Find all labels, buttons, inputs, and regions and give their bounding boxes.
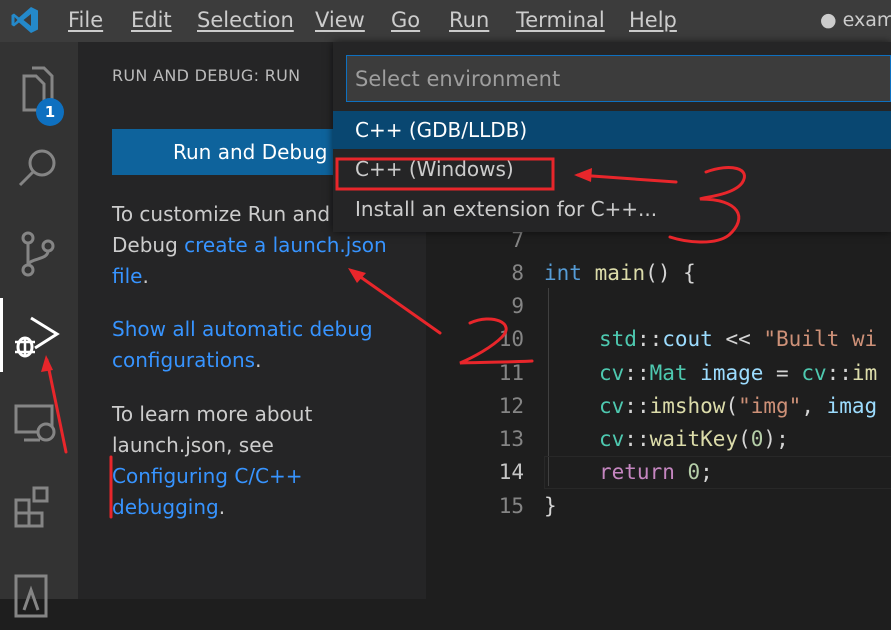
code-text: return 0; (599, 460, 713, 484)
automatic-configs-paragraph: Show all automatic debug configurations. (112, 314, 392, 376)
extensions-icon (14, 486, 49, 528)
menu-file-label: File (68, 8, 104, 32)
line-number: 8 (511, 261, 524, 285)
menu-run[interactable]: Run (449, 0, 489, 42)
quickpick-item-gdb-lldb[interactable]: C++ (GDB/LLDB) (333, 111, 891, 149)
code-line: 8 int main() { (426, 257, 891, 290)
code-text: cv::imshow("img", imag (599, 394, 878, 418)
menu-selection-label: Selection (197, 8, 294, 32)
activity-testing[interactable] (0, 552, 78, 626)
remote-explorer-icon (14, 404, 56, 442)
menu-view[interactable]: View (315, 0, 365, 42)
code-line: 13 cv::waitKey(0); (426, 423, 891, 456)
code-text: std::cout << "Built wi (599, 327, 878, 351)
menu-edit-label: Edit (131, 8, 172, 32)
activity-explorer[interactable]: 1 (0, 52, 78, 126)
testing-icon (14, 574, 48, 618)
code-line: 11 cv::Mat image = cv::im (426, 357, 891, 390)
explorer-badge: 1 (36, 98, 64, 126)
code-text: } (544, 494, 557, 518)
vscode-logo-icon (11, 7, 38, 33)
run-debug-icon (15, 316, 60, 358)
line-number: 13 (498, 427, 524, 451)
activity-remote-explorer[interactable] (0, 386, 78, 460)
menu-terminal[interactable]: Terminal (516, 0, 605, 42)
learn-more-text: To learn more about launch.json, see (112, 402, 313, 457)
title-bar: File Edit Selection View Go Run Terminal… (0, 0, 891, 42)
menu-help[interactable]: Help (629, 0, 677, 42)
quickpick-item-install-extension[interactable]: Install an extension for C++... (333, 190, 891, 228)
activity-extensions[interactable] (0, 472, 78, 546)
line-number: 15 (498, 494, 524, 518)
activity-run-debug[interactable] (0, 298, 78, 372)
menu-view-label: View (315, 8, 365, 32)
code-text: int main() { (544, 261, 696, 285)
menu-terminal-label: Terminal (516, 8, 605, 32)
sidebar-title: RUN AND DEBUG: RUN (112, 66, 301, 85)
quickpick-item-windows[interactable]: C++ (Windows) (333, 150, 891, 188)
search-icon (18, 149, 56, 187)
code-text: cv::Mat image = cv::im (599, 361, 878, 385)
menu-selection[interactable]: Selection (197, 0, 294, 42)
show-automatic-configs-link[interactable]: Show all automatic debug configurations (112, 317, 373, 372)
code-line: 10 std::cout << "Built wi (426, 323, 891, 356)
source-control-icon (21, 231, 55, 277)
learn-more-paragraph: To learn more about launch.json, see Con… (112, 399, 392, 523)
line-number: 14 (498, 460, 524, 484)
activity-search[interactable] (0, 132, 78, 206)
line-number: 12 (498, 394, 524, 418)
line-number: 11 (498, 361, 524, 385)
activity-bar: 1 (0, 42, 78, 618)
menu-help-label: Help (629, 8, 677, 32)
window-title: ● examp (820, 9, 891, 31)
environment-search-input[interactable] (346, 55, 891, 102)
customize-period: . (142, 264, 149, 288)
code-line: 12 cv::imshow("img", imag (426, 390, 891, 423)
activity-source-control[interactable] (0, 218, 78, 292)
code-line: 15 } (426, 490, 891, 523)
automatic-configs-period: . (255, 348, 262, 372)
select-environment-quickpick: C++ (GDB/LLDB) C++ (Windows) Install an … (333, 42, 891, 232)
code-line: 9 (426, 290, 891, 323)
line-number: 9 (511, 294, 524, 318)
menu-run-label: Run (449, 8, 490, 32)
menu-go[interactable]: Go (391, 0, 420, 42)
menu-go-label: Go (391, 8, 421, 32)
menu-edit[interactable]: Edit (131, 0, 172, 42)
menu-file[interactable]: File (68, 0, 103, 42)
learn-more-period: . (218, 495, 226, 519)
code-line: 14 return 0; (426, 456, 891, 489)
configuring-cpp-debugging-link[interactable]: Configuring C/C++ debugging (112, 464, 303, 519)
code-text: cv::waitKey(0); (599, 427, 789, 451)
line-number: 10 (498, 327, 524, 351)
